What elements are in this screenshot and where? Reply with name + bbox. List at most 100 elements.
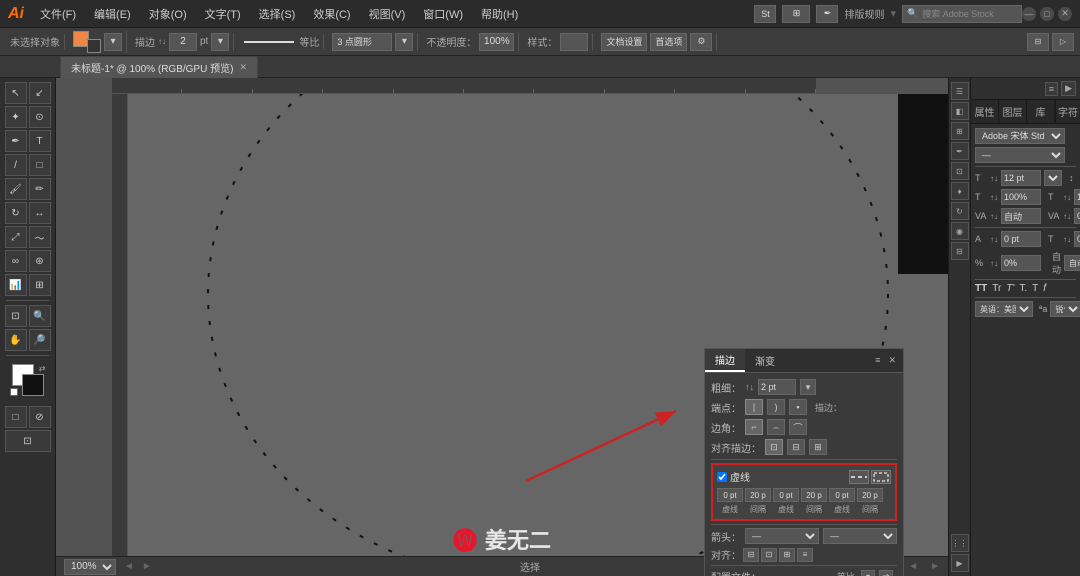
char-tab[interactable]: 字符 [1055, 100, 1080, 123]
layout-icon[interactable]: ⊟ [1027, 33, 1049, 51]
menu-view[interactable]: 视图(V) [365, 4, 410, 24]
panels-icon[interactable]: ▷ [1052, 33, 1074, 51]
minimize-button[interactable]: — [1022, 7, 1036, 21]
transform-panel-icon[interactable]: ↻ [951, 202, 969, 220]
artboard-tool[interactable]: ⊞ [29, 274, 51, 296]
align-panel-icon[interactable]: ⊟ [951, 242, 969, 260]
baseline-input[interactable] [1001, 231, 1041, 247]
direct-selection-tool[interactable]: ↙ [29, 82, 51, 104]
properties-panel-icon[interactable]: ☰ [951, 82, 969, 100]
mirror-tool[interactable]: ↔ [29, 202, 51, 224]
dash2-input[interactable] [773, 488, 799, 502]
collapse-icon[interactable]: ▶ [951, 554, 969, 572]
background-color[interactable] [22, 374, 44, 396]
shape-dropdown[interactable]: ▾ [395, 33, 413, 51]
gradient-tab[interactable]: 渐变 [745, 350, 785, 371]
rt-options-btn[interactable]: ≡ [1045, 82, 1058, 96]
library-tab[interactable]: 库 [1027, 100, 1055, 123]
document-tab[interactable]: 未标题-1* @ 100% (RGB/GPU 预览) ✕ [60, 56, 258, 78]
align-center2-btn[interactable]: ⊡ [761, 548, 777, 562]
t-italic-btn[interactable]: T' [1006, 283, 1014, 294]
panel-menu-icon[interactable]: ≡ [872, 354, 883, 367]
gap1-input[interactable] [745, 488, 771, 502]
arrow-start-select[interactable]: — [745, 528, 819, 544]
miter-join-btn[interactable]: ⌐ [745, 419, 763, 435]
menu-edit[interactable]: 编辑(E) [90, 4, 135, 24]
type-tool[interactable]: T [29, 130, 51, 152]
pencil-tool[interactable]: ✏ [29, 178, 51, 200]
scale-tool[interactable]: ⤢ [5, 226, 27, 248]
toolbar-extra-icon[interactable]: ⚙ [690, 33, 712, 51]
pen-tool[interactable]: ✒ [5, 130, 27, 152]
menu-help[interactable]: 帮助(H) [477, 4, 522, 24]
swatches-panel-icon[interactable]: ⊡ [951, 162, 969, 180]
reset-colors-icon[interactable] [10, 388, 18, 396]
sort-icon[interactable]: St [754, 5, 776, 23]
rt-collapse-btn[interactable]: ▶ [1061, 81, 1076, 96]
symbol-tool[interactable]: ⊛ [29, 250, 51, 272]
fill-dropdown[interactable]: ▾ [104, 33, 122, 51]
dashed-corner-btn[interactable] [871, 470, 891, 484]
stock-search[interactable]: 🔍 搜索 Adobe Stock [902, 5, 1022, 23]
graph-tool[interactable]: 📊 [5, 274, 27, 296]
pct-input[interactable] [1001, 255, 1041, 271]
fill-stroke-swatch[interactable] [73, 31, 101, 53]
menu-text[interactable]: 文字(T) [201, 4, 245, 24]
round-join-btn[interactable]: ⌢ [767, 419, 785, 435]
shape-select[interactable]: 3 点圆形 [332, 33, 392, 51]
appearance-panel-icon[interactable]: ◉ [951, 222, 969, 240]
dash1-input[interactable] [717, 488, 743, 502]
align-inside-btn[interactable]: ⊟ [787, 439, 805, 455]
tab-close-button[interactable]: ✕ [239, 62, 247, 73]
font-size-input[interactable] [1001, 170, 1041, 186]
brush-panel-icon[interactable]: ✒ [951, 142, 969, 160]
paintbrush-tool[interactable]: 🖌 [5, 178, 27, 200]
t-dot-btn[interactable]: T. [1019, 283, 1027, 294]
aa-select[interactable]: 锐化 [1050, 301, 1080, 317]
font-style-select[interactable]: — [975, 147, 1065, 163]
zoom-select[interactable]: 100% [64, 559, 116, 575]
doc-settings-button[interactable]: 文档设置 [601, 33, 647, 51]
preferences-button[interactable]: 首选项 [650, 33, 687, 51]
arrow-end-select[interactable]: — [823, 528, 897, 544]
library-panel-icon[interactable]: ⊞ [951, 122, 969, 140]
close-button[interactable]: ✕ [1058, 7, 1072, 21]
dashed-checkbox[interactable] [717, 472, 727, 482]
menu-object[interactable]: 对象(O) [145, 4, 191, 24]
t-f-btn[interactable]: f [1043, 283, 1046, 294]
layers-panel-icon[interactable]: ◧ [951, 102, 969, 120]
warp-tool[interactable]: 〜 [29, 226, 51, 248]
profile-flip[interactable]: ⇄ [879, 570, 893, 576]
butt-cap-btn[interactable]: | [745, 399, 763, 415]
stroke-tab[interactable]: 描边 [705, 349, 745, 372]
align-extra-btn[interactable]: ≡ [797, 548, 813, 562]
kern-input[interactable] [1001, 208, 1041, 224]
hand-tool[interactable]: ✋ [5, 329, 27, 351]
symbols-panel-icon[interactable]: ♦ [951, 182, 969, 200]
line-tool[interactable]: / [5, 154, 27, 176]
selection-tool[interactable]: ↖ [5, 82, 27, 104]
blend-tool[interactable]: ∞ [5, 250, 27, 272]
panel-collapse-icon[interactable]: ✕ [885, 354, 899, 367]
align-center-btn[interactable]: ⊡ [765, 439, 783, 455]
eyedropper-tool[interactable]: 🔍 [29, 305, 51, 327]
dash3-input[interactable] [829, 488, 855, 502]
more-panels-icon[interactable]: ⋮⋮ [951, 534, 969, 552]
normal-mode-icon[interactable]: □ [5, 406, 27, 428]
profile-dropdown[interactable]: ▾ [861, 570, 875, 576]
weight-dropdown[interactable]: ▾ [800, 379, 816, 395]
stroke-dropdown[interactable]: ▾ [211, 33, 229, 51]
rotation-input[interactable] [1074, 231, 1080, 247]
weight-input[interactable] [758, 379, 796, 395]
size-unit-select[interactable]: ▾ [1044, 170, 1062, 186]
brush-icon[interactable]: ✒ [816, 5, 838, 23]
grid-icon[interactable]: ⊞ [782, 5, 810, 23]
square-cap-btn[interactable]: ▪ [789, 399, 807, 415]
language-select[interactable]: 英语：美国 [975, 301, 1033, 317]
stroke-swatch[interactable] [87, 39, 101, 53]
mask-mode-icon[interactable]: ⊘ [29, 406, 51, 428]
shape-tool[interactable]: □ [29, 154, 51, 176]
t-plain-btn[interactable]: T [1032, 283, 1038, 294]
stroke-weight-input[interactable] [169, 33, 197, 51]
screen-mode-icon[interactable]: ⊡ [5, 430, 51, 452]
